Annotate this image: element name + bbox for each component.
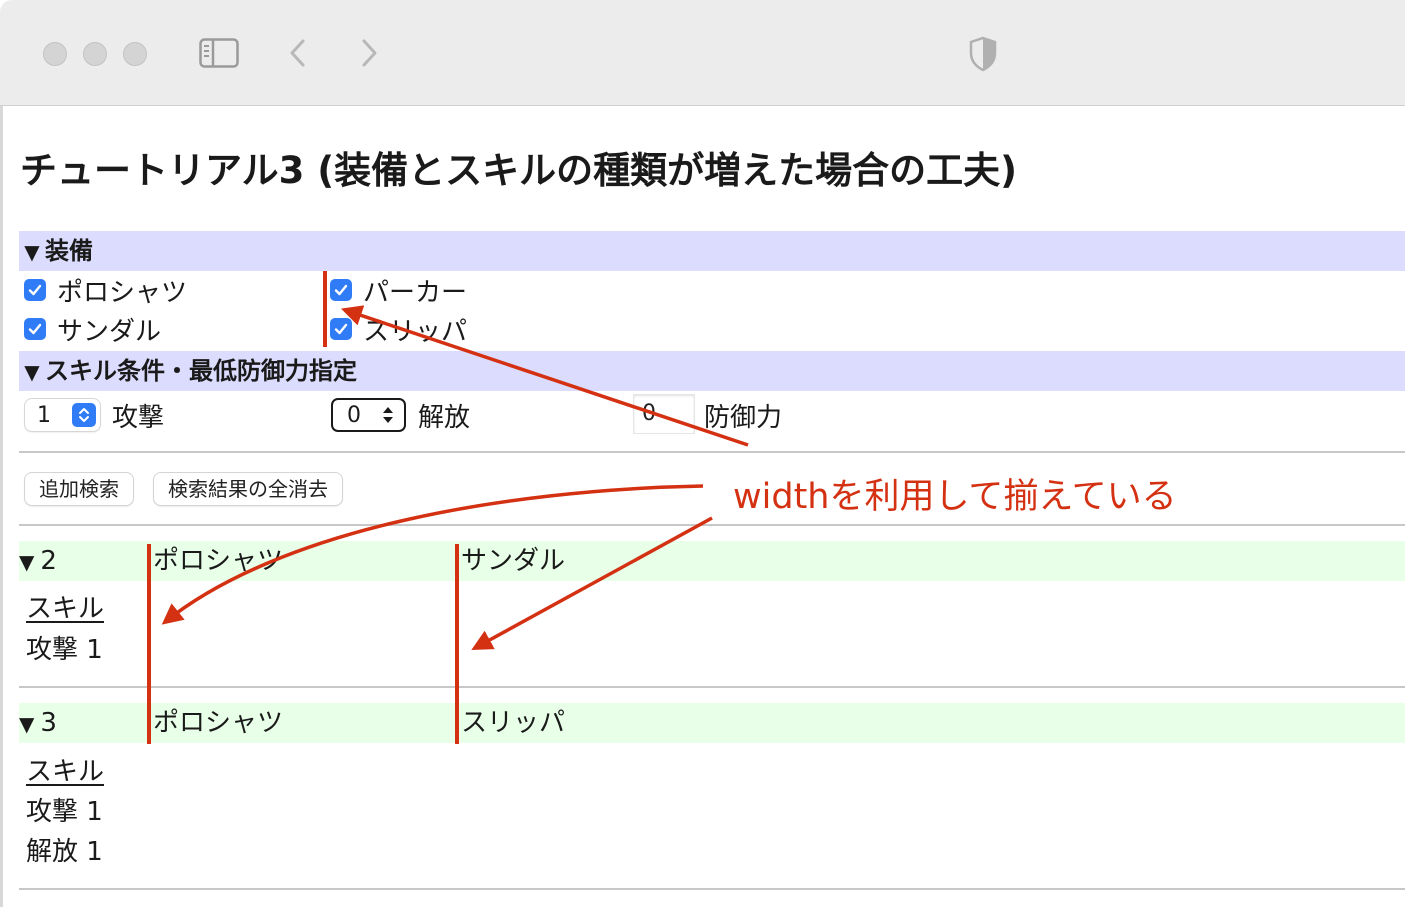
collapse-triangle-icon[interactable]: ▼ [19,550,34,574]
sidebar-toggle-icon[interactable] [199,38,239,68]
equipment-checkbox-parka[interactable]: パーカー [330,274,468,308]
attack-level-value: 1 [37,402,51,428]
result-equipment-col2: サンダル [461,546,566,576]
annotation-arrow [471,516,713,651]
checkbox-checked-icon[interactable] [24,279,46,301]
back-chevron-icon[interactable] [286,37,310,69]
equipment-checkbox-poloshirt[interactable]: ポロシャツ [24,274,188,308]
equipment-checkbox-slippers[interactable]: スリッパ [330,313,468,347]
checkbox-checked-icon[interactable] [330,279,352,301]
divider [19,451,1405,453]
collapse-triangle-icon[interactable]: ▼ [19,352,45,392]
skill-line: 攻撃 1 [26,635,103,665]
page-title: チュートリアル3 (装備とスキルの種類が増えた場合の工夫) [20,149,1018,192]
divider [19,888,1405,890]
collapse-triangle-icon[interactable]: ▼ [19,712,34,736]
result-equipment-col2: スリッパ [461,708,566,738]
equipment-checkbox-sandals[interactable]: サンダル [24,313,162,347]
checkbox-checked-icon[interactable] [330,318,352,340]
equipment-label: スリッパ [363,316,468,347]
min-defense-input[interactable]: 0 [633,394,695,434]
divider [19,686,1405,688]
skill-heading-link[interactable]: スキル [26,751,104,788]
minimize-window-button[interactable] [83,42,107,66]
result-number: ▼ 2 [19,546,57,576]
equipment-header-label: 装備 [45,237,93,265]
skill-conditions-header-label: スキル条件・最低防御力指定 [45,357,357,385]
annotation-arrows [161,305,749,651]
release-label: 解放 [418,403,471,433]
result-equipment-col1: ポロシャツ [153,546,284,576]
skill-line: 解放 1 [26,837,103,867]
skill-heading-link[interactable]: スキル [26,588,104,625]
skill-line: 攻撃 1 [26,797,103,827]
annotation-label: widthを利用して揃えている [733,477,1177,517]
collapse-triangle-icon[interactable]: ▼ [19,232,45,272]
divider [19,524,1405,526]
checkbox-checked-icon[interactable] [24,318,46,340]
equipment-section-header[interactable]: ▼ 装備 [19,231,1405,271]
browser-toolbar [0,0,1405,106]
defense-label: 防御力 [704,403,783,433]
add-search-button[interactable]: 追加検索 [25,473,133,505]
zoom-window-button[interactable] [123,42,147,66]
result-number: ▼ 3 [19,708,57,738]
attack-level-select[interactable]: 1 [25,399,100,431]
updown-arrows-icon [383,407,393,423]
equipment-label: パーカー [363,277,468,308]
alignment-marker-line [323,271,327,347]
equipment-label: ポロシャツ [57,277,188,308]
result-header[interactable]: ▼ 3 ポロシャツ スリッパ [19,703,1405,743]
skill-conditions-section-header[interactable]: ▼ スキル条件・最低防御力指定 [19,351,1405,391]
privacy-shield-icon[interactable] [968,36,998,72]
window-border [0,106,3,907]
alignment-marker-line [147,544,151,744]
clear-results-button[interactable]: 検索結果の全消去 [154,473,342,505]
alignment-marker-line [455,544,459,744]
result-equipment-col1: ポロシャツ [153,708,284,738]
attack-label: 攻撃 [112,403,165,433]
equipment-label: サンダル [57,316,162,347]
updown-stepper-icon[interactable] [72,403,96,427]
forward-chevron-icon[interactable] [357,37,381,69]
close-window-button[interactable] [43,42,67,66]
release-level-select[interactable]: 0 [331,398,406,432]
release-level-value: 0 [347,402,361,428]
result-header[interactable]: ▼ 2 ポロシャツ サンダル [19,541,1405,581]
